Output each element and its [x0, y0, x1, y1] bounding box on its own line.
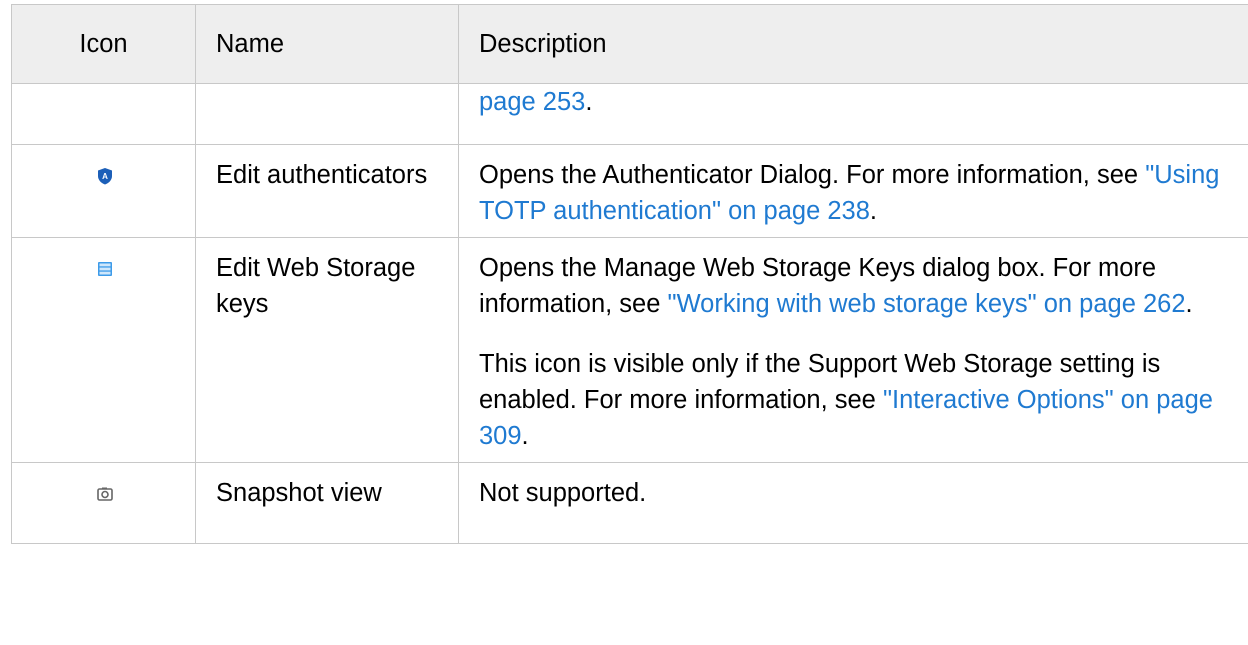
shield-a-icon[interactable]: A: [96, 167, 114, 185]
camera-icon[interactable]: [96, 485, 114, 503]
table-row-authenticators: A Edit authenticators Opens the Authenti…: [11, 144, 1248, 238]
description-cell: Opens the Manage Web Storage Keys dialog…: [458, 237, 1248, 463]
icon-cell: [11, 462, 196, 544]
page-link[interactable]: page 253: [479, 88, 585, 116]
header-row: Icon Name Description: [11, 4, 1248, 84]
description-cell: page 253.: [458, 83, 1248, 145]
svg-text:A: A: [102, 172, 108, 181]
description-paragraph: This icon is visible only if the Support…: [479, 350, 1213, 450]
icon-cell: [11, 237, 196, 463]
header-name: Name: [195, 4, 459, 84]
icon-reference-table: Icon Name Description page 253. A Edit a…: [11, 4, 1248, 544]
table: Icon Name Description page 253. A Edit a…: [11, 4, 1248, 544]
web-storage-link[interactable]: "Working with web storage keys" on page …: [668, 290, 1186, 318]
name-cell: Snapshot view: [195, 462, 459, 544]
header-description: Description: [458, 4, 1248, 84]
icon-cell: [11, 83, 196, 145]
description-paragraph: Opens the Manage Web Storage Keys dialog…: [479, 254, 1193, 318]
storage-list-icon[interactable]: [96, 260, 114, 278]
table-row-web-storage: Edit Web Storage keys Opens the Manage W…: [11, 237, 1248, 463]
icon-cell: A: [11, 144, 196, 238]
name-cell: [195, 83, 459, 145]
table-row-snapshot: Snapshot view Not supported.: [11, 462, 1248, 544]
header-icon: Icon: [11, 4, 196, 84]
description-cell: Opens the Authenticator Dialog. For more…: [458, 144, 1248, 238]
name-cell: Edit authenticators: [195, 144, 459, 238]
table-row-continued: page 253.: [11, 83, 1248, 145]
description-cell: Not supported.: [458, 462, 1248, 544]
name-cell: Edit Web Storage keys: [195, 237, 459, 463]
